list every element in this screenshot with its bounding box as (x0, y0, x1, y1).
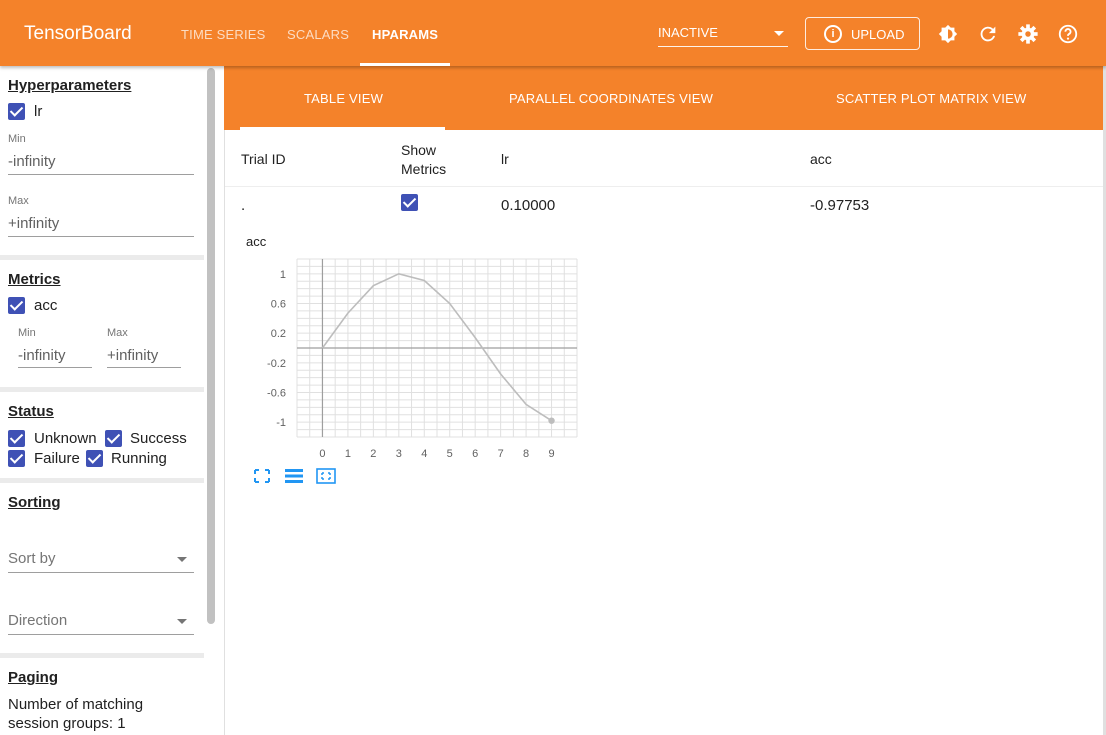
toggle-log-scale-icon[interactable] (284, 468, 304, 484)
x-tick-label: 6 (472, 448, 478, 460)
active-tab-indicator (360, 63, 450, 66)
app-title: TensorBoard (24, 23, 132, 44)
x-tick-label: 3 (396, 448, 402, 460)
data-point (548, 417, 555, 424)
fit-domain-icon[interactable] (316, 468, 336, 484)
tab-hparams[interactable]: HPARAMS (372, 27, 438, 42)
x-tick-label: 4 (421, 448, 427, 460)
y-tick-label: 1 (280, 269, 286, 281)
x-tick-label: 9 (548, 448, 554, 460)
reload-icon[interactable] (977, 23, 999, 45)
y-tick-label: -0.6 (267, 388, 286, 400)
y-tick-label: -0.2 (267, 358, 286, 370)
settings-icon[interactable] (1017, 23, 1039, 45)
upload-button[interactable]: i UPLOAD (805, 17, 920, 50)
tab-time-series[interactable]: TIME SERIES (181, 27, 266, 42)
x-tick-label: 1 (345, 448, 351, 460)
chevron-down-icon (774, 31, 784, 36)
run-status-value: INACTIVE (658, 25, 718, 40)
help-icon[interactable] (1057, 23, 1079, 45)
y-tick-label: 0.2 (271, 328, 286, 340)
x-tick-label: 5 (447, 448, 453, 460)
fit-to-screen-icon[interactable] (252, 468, 272, 484)
x-tick-label: 7 (498, 448, 504, 460)
x-tick-label: 0 (319, 448, 325, 460)
y-tick-label: 0.6 (271, 299, 286, 311)
top-app-bar: TensorBoard TIME SERIES SCALARS HPARAMS … (0, 0, 1106, 66)
tab-scalars[interactable]: SCALARS (287, 27, 349, 42)
acc-line-chart: 0 1 2 3 4 5 6 7 8 9 1 0.6 0.2 -0.2 -0.6 -1 (267, 258, 578, 460)
run-status-dropdown[interactable]: INACTIVE (658, 25, 788, 47)
theme-icon[interactable] (937, 23, 959, 45)
y-tick-label: -1 (276, 417, 286, 429)
x-tick-label: 8 (523, 448, 529, 460)
x-tick-label: 2 (370, 448, 376, 460)
upload-button-label: UPLOAD (851, 27, 905, 42)
info-icon: i (824, 25, 842, 43)
